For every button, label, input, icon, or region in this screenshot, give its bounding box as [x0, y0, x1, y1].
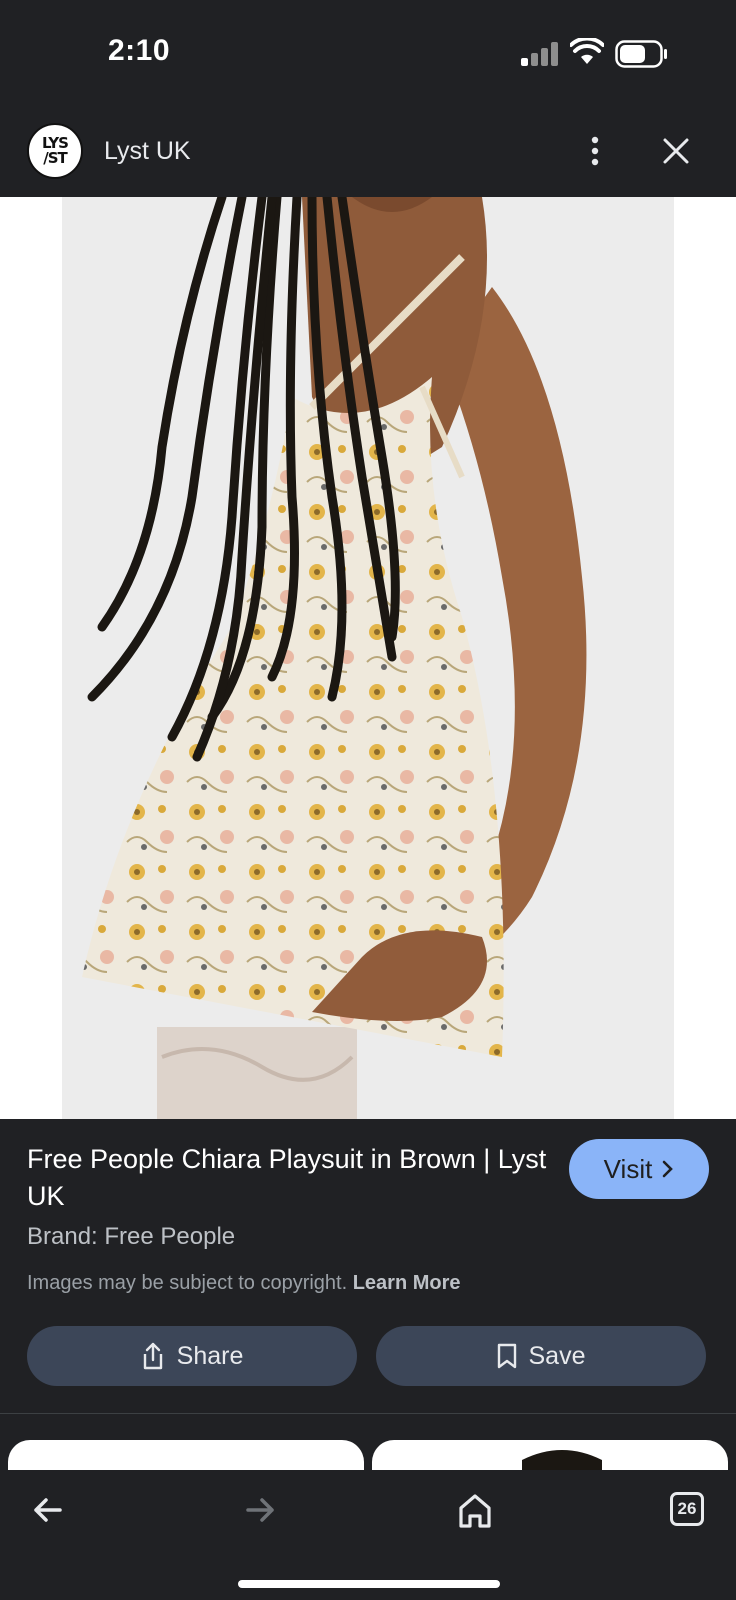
- related-thumbnail: [522, 1450, 602, 1470]
- battery-icon: [615, 40, 667, 68]
- back-arrow-icon[interactable]: [28, 1490, 68, 1530]
- visit-label: Visit: [603, 1153, 653, 1184]
- forward-arrow-icon[interactable]: [240, 1490, 280, 1530]
- tabs-count-icon[interactable]: 26: [670, 1492, 704, 1526]
- status-time: 2:10: [108, 34, 171, 67]
- site-logo[interactable]: LYS/ST: [27, 123, 83, 179]
- playsuit-photo-illustration: [62, 197, 674, 1119]
- home-icon[interactable]: [455, 1490, 495, 1530]
- viewer-header: LYS/ST Lyst UK: [0, 105, 736, 197]
- cellular-signal-icon: [521, 42, 558, 66]
- related-results: [0, 1414, 736, 1470]
- bookmark-icon: [497, 1343, 516, 1369]
- chevron-right-icon: [663, 1160, 674, 1178]
- status-bar: 2:10: [0, 0, 736, 105]
- save-label: Save: [528, 1341, 586, 1370]
- product-image-area: [0, 197, 736, 1119]
- result-info-panel: Free People Chiara Playsuit in Brown | L…: [0, 1119, 736, 1414]
- visit-button[interactable]: Visit: [569, 1139, 709, 1199]
- copyright-notice: Images may be subject to copyright. Lear…: [27, 1272, 461, 1294]
- brand-text: Brand: Free People: [27, 1223, 236, 1250]
- save-button[interactable]: Save: [376, 1326, 706, 1386]
- bottom-navigation: 26: [0, 1470, 736, 1600]
- share-icon: [143, 1342, 162, 1370]
- product-photo[interactable]: [62, 197, 674, 1119]
- product-title[interactable]: Free People Chiara Playsuit in Brown | L…: [27, 1141, 547, 1215]
- share-label: Share: [176, 1341, 244, 1370]
- wifi-icon: [570, 38, 604, 64]
- home-indicator[interactable]: [238, 1580, 500, 1588]
- related-result-card[interactable]: [8, 1440, 364, 1470]
- more-options-icon[interactable]: [583, 133, 607, 169]
- share-button[interactable]: Share: [27, 1326, 357, 1386]
- close-icon[interactable]: [660, 135, 692, 167]
- learn-more-link[interactable]: Learn More: [353, 1272, 461, 1294]
- site-title[interactable]: Lyst UK: [104, 137, 191, 166]
- related-result-card[interactable]: [372, 1440, 728, 1470]
